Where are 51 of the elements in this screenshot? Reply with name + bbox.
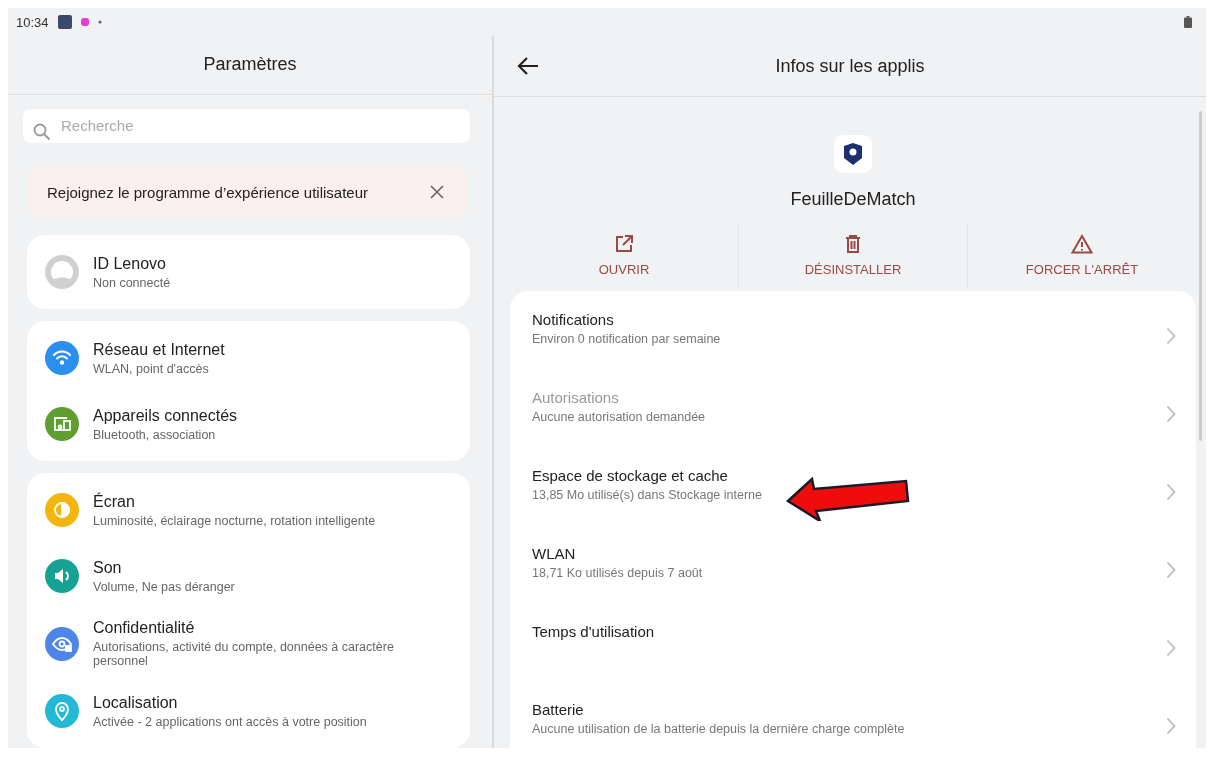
row-subtitle: Aucune utilisation de la batterie depuis la dernière charge complète [532,722,905,736]
row-title[interactable]: Espace de stockage et cache [532,467,762,484]
row-title[interactable]: Batterie [532,701,905,718]
app-logo-icon [834,135,872,173]
settings-title: Paramètres [203,54,297,76]
chevron-right-icon [1166,561,1176,579]
banner-text: Rejoignez le programme d’expérience utilisateur [47,183,368,201]
more-notifications-icon [97,20,102,24]
setting-title[interactable]: Confidentialité [93,619,452,637]
row-subtitle: Environ 0 notification par semaine [532,332,721,346]
row-subtitle: 13,85 Mo utilisé(s) dans Stockage interne [532,488,762,502]
status-time: 10:34 [16,14,49,30]
search-icon [33,122,51,141]
chevron-right-icon [1166,483,1176,501]
setting-subtitle: WLAN, point d'accès [93,361,210,376]
setting-subtitle: Volume, Ne pas déranger [93,579,235,594]
warning-icon [1071,234,1093,254]
battery-icon [1184,16,1192,28]
search-field[interactable]: Recherche [23,108,470,144]
chevron-right-icon [1166,405,1176,423]
chevron-right-icon [1166,327,1176,345]
setting-title[interactable]: Localisation [93,693,367,712]
row-title[interactable]: Temps d'utilisation [532,623,655,640]
back-arrow-icon[interactable] [516,56,540,76]
avatar-icon [45,255,79,289]
setting-subtitle: Activée - 2 applications ont accès à votre position [93,714,367,729]
open-button[interactable]: OUVRIR [510,224,738,287]
chevron-right-icon [1166,639,1176,657]
setting-title[interactable]: ID Lenovo [93,254,171,273]
row-subtitle: Aucune autorisation demandée [532,410,706,424]
setting-title[interactable]: Réseau et Internet [93,340,225,359]
row-title[interactable]: Notifications [532,311,721,328]
setting-subtitle: Non connecté [93,275,171,290]
setting-subtitle: Luminosité, éclairage nocturne, rotation intelligente [93,513,376,528]
chevron-right-icon [1166,717,1176,735]
setting-subtitle: Autorisations, activité du compte, données à caractère personnel [93,640,395,668]
uninstall-button[interactable]: DÉSINSTALLER [738,224,967,287]
setting-subtitle: Bluetooth, association [93,427,217,442]
close-icon[interactable] [430,185,444,200]
app-info-title: Infos sur les applis [775,55,925,77]
row-title[interactable]: WLAN [532,545,703,562]
setting-title[interactable]: Appareils connectés [93,406,238,425]
stop-button[interactable]: FORCER L'ARRÊT [967,224,1196,287]
row-subtitle: 18,71 Ko utilisés depuis 7 août [532,566,703,580]
notification-app-icon [80,18,89,26]
setting-title[interactable]: Écran [93,492,376,511]
notification-thumbnail-icon [57,15,72,29]
trash-icon [843,234,863,254]
setting-title[interactable]: Son [93,558,235,577]
open-external-icon [614,234,634,254]
app-name: FeuilleDeMatch [790,189,916,210]
